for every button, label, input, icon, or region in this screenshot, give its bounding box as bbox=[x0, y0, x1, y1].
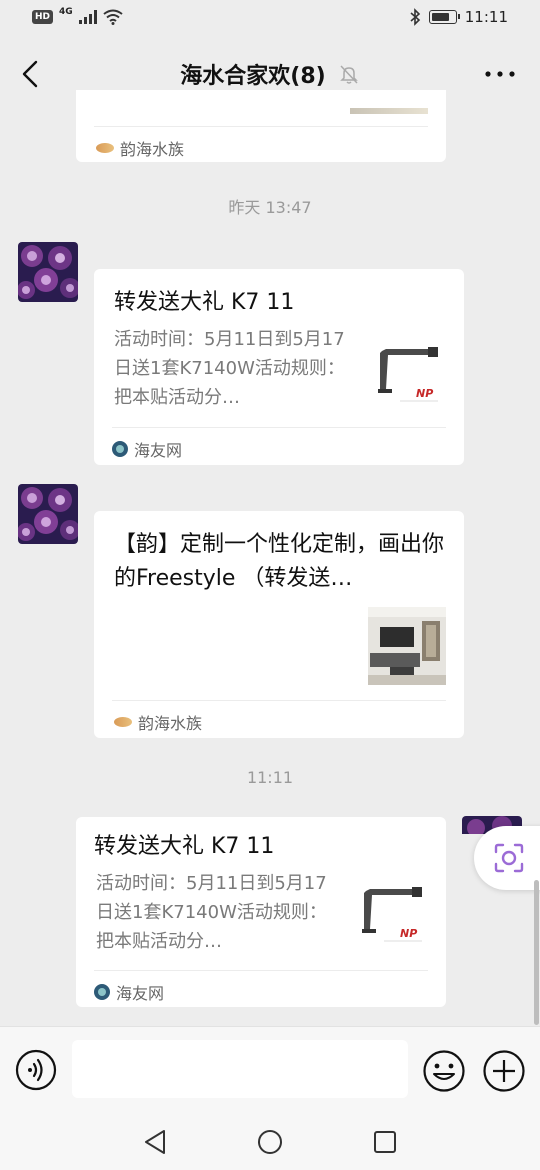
status-time: 11:11 bbox=[464, 8, 508, 26]
card-source-label: 韵海水族 bbox=[138, 714, 203, 733]
card-divider bbox=[94, 126, 428, 127]
link-thumbnail bbox=[350, 108, 428, 114]
wifi-icon bbox=[103, 9, 123, 25]
card-source-label: 海友网 bbox=[134, 441, 183, 460]
more-dots-icon[interactable] bbox=[484, 68, 516, 80]
haiyou-logo-icon bbox=[94, 984, 110, 1000]
battery-level bbox=[431, 13, 450, 21]
avatar[interactable] bbox=[18, 242, 78, 302]
coral-avatar-icon bbox=[18, 242, 78, 302]
card-title: 转发送大礼 K7 11 bbox=[114, 290, 295, 315]
bell-muted-icon bbox=[339, 65, 358, 84]
timestamp: 昨天 13:47 bbox=[228, 198, 312, 217]
card-divider bbox=[112, 700, 446, 701]
link-card[interactable]: 韵海水族 bbox=[76, 90, 446, 162]
input-bar bbox=[0, 1026, 540, 1114]
yunhai-logo-icon bbox=[114, 717, 132, 727]
card-source: 韵海水族 bbox=[114, 710, 202, 734]
chat-title: 海水合家欢(8) bbox=[180, 64, 326, 89]
scrollbar[interactable] bbox=[534, 880, 539, 1025]
link-card[interactable]: 转发送大礼 K7 11 活动时间：5月11日到5月17日送1套K7140W活动规… bbox=[76, 817, 446, 1007]
voice-icon[interactable] bbox=[15, 1049, 57, 1091]
card-divider bbox=[112, 427, 446, 428]
card-source-label: 韵海水族 bbox=[120, 140, 185, 159]
link-thumbnail bbox=[368, 607, 446, 685]
card-divider bbox=[94, 970, 428, 971]
card-title: 【韵】定制一个性化定制，画出你的Freestyle （转发送… bbox=[114, 532, 445, 591]
card-description: 活动时间：5月11日到5月17日送1套K7140W活动规则：把本贴活动分… bbox=[114, 329, 345, 408]
link-thumbnail: NP bbox=[356, 879, 428, 951]
bluetooth-icon bbox=[410, 8, 420, 26]
card-source: 韵海水族 bbox=[96, 136, 184, 160]
card-title: 转发送大礼 K7 11 bbox=[94, 834, 275, 859]
link-card[interactable]: 【韵】定制一个性化定制，画出你的Freestyle （转发送… 韵海水族 bbox=[94, 511, 464, 738]
thumbnail-logo: NP bbox=[416, 387, 433, 400]
card-source-label: 海友网 bbox=[116, 984, 165, 1003]
hd-badge: HD bbox=[32, 10, 54, 24]
status-bar: HD 4G 11:11 bbox=[0, 0, 540, 38]
haiyou-logo-icon bbox=[112, 441, 128, 457]
thumbnail-logo: NP bbox=[400, 927, 417, 940]
nav-back-triangle-icon[interactable] bbox=[142, 1128, 168, 1156]
avatar[interactable] bbox=[18, 484, 78, 544]
yunhai-logo-icon bbox=[96, 143, 114, 153]
network-type: 4G bbox=[59, 7, 73, 17]
emoji-icon[interactable] bbox=[422, 1049, 466, 1093]
signal-icon bbox=[78, 10, 97, 24]
system-navigation-bar bbox=[0, 1114, 540, 1170]
card-description: 活动时间：5月11日到5月17日送1套K7140W活动规则：把本贴活动分… bbox=[96, 873, 327, 952]
nav-home-circle-icon[interactable] bbox=[257, 1129, 283, 1155]
battery-icon bbox=[428, 10, 460, 24]
nav-recents-square-icon[interactable] bbox=[373, 1130, 397, 1154]
scan-button[interactable] bbox=[474, 826, 540, 890]
scan-lens-icon bbox=[494, 843, 524, 873]
card-source: 海友网 bbox=[112, 437, 182, 461]
coral-avatar-icon bbox=[18, 484, 78, 544]
timestamp: 11:11 bbox=[246, 768, 294, 787]
plus-circle-icon[interactable] bbox=[482, 1049, 526, 1093]
link-thumbnail: NP bbox=[372, 339, 444, 411]
card-source: 海友网 bbox=[94, 980, 164, 1004]
link-card[interactable]: 转发送大礼 K7 11 活动时间：5月11日到5月17日送1套K7140W活动规… bbox=[94, 269, 464, 465]
message-input[interactable] bbox=[72, 1040, 408, 1098]
